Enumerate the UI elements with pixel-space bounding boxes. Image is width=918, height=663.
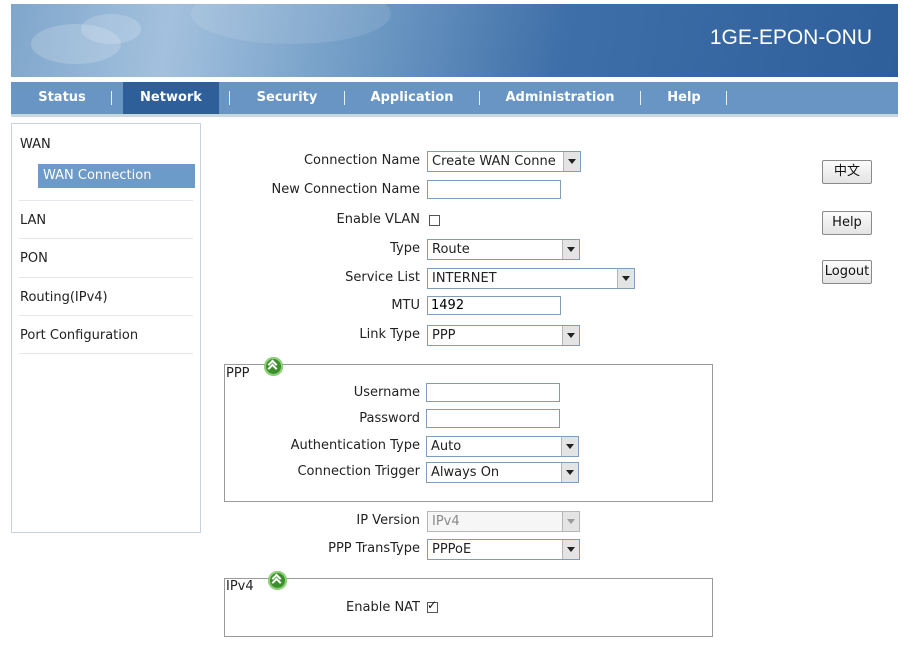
ip-version-select[interactable]: IPv4: [427, 511, 580, 532]
sidebar: WAN WAN Connection LAN PON Routing(IPv4)…: [11, 123, 201, 533]
auth-type-label: Authentication Type: [290, 438, 420, 453]
username-label: Username: [353, 385, 420, 400]
type-select[interactable]: Route: [427, 239, 580, 260]
sidebar-item-lan[interactable]: LAN: [20, 213, 46, 228]
help-button[interactable]: Help: [822, 211, 872, 235]
banner-decoration: [81, 14, 141, 44]
chevron-down-icon: [617, 269, 634, 288]
nav-separator: [111, 91, 112, 105]
sidebar-divider: [19, 353, 193, 354]
header-banner: 1GE-EPON-ONU: [11, 4, 898, 77]
service-list-select[interactable]: INTERNET: [427, 268, 635, 289]
tab-network[interactable]: Network: [123, 82, 219, 114]
sidebar-item-port-configuration[interactable]: Port Configuration: [20, 328, 138, 343]
ip-version-label: IP Version: [356, 513, 420, 528]
checkmark-icon: ✓: [427, 598, 438, 612]
chevron-down-icon: [563, 152, 580, 171]
password-input[interactable]: [426, 409, 560, 428]
new-connection-name-label: New Connection Name: [271, 182, 420, 197]
sidebar-divider: [19, 200, 193, 201]
link-type-value: PPP: [432, 328, 456, 343]
ppp-transtype-value: PPPoE: [432, 542, 472, 557]
type-label: Type: [390, 241, 420, 256]
sidebar-item-routing[interactable]: Routing(IPv4): [20, 290, 108, 305]
ip-version-value: IPv4: [432, 514, 460, 529]
ppp-transtype-label: PPP TransType: [328, 541, 420, 556]
new-connection-name-input[interactable]: [427, 180, 561, 199]
collapse-up-icon[interactable]: [268, 571, 287, 590]
service-list-value: INTERNET: [432, 271, 497, 286]
tab-security[interactable]: Security: [241, 82, 333, 114]
enable-vlan-label: Enable VLAN: [336, 212, 420, 227]
tab-help[interactable]: Help: [652, 82, 716, 114]
chevron-down-icon: [562, 326, 579, 345]
ppp-transtype-select[interactable]: PPPoE: [427, 539, 580, 560]
sidebar-item-wan[interactable]: WAN: [20, 137, 51, 152]
sidebar-divider: [19, 238, 193, 239]
chevron-down-icon: [562, 240, 579, 259]
enable-nat-checkbox[interactable]: ✓: [427, 598, 438, 613]
nav-separator: [726, 91, 727, 105]
service-list-label: Service List: [345, 270, 420, 285]
mtu-input[interactable]: [427, 296, 561, 315]
connection-name-label: Connection Name: [303, 153, 420, 168]
banner-decoration: [191, 4, 391, 44]
chevron-down-icon: [561, 463, 578, 482]
sidebar-item-pon[interactable]: PON: [20, 251, 48, 266]
username-input[interactable]: [426, 383, 560, 402]
sidebar-divider: [19, 277, 193, 278]
tab-administration[interactable]: Administration: [491, 82, 629, 114]
connection-name-value: Create WAN Conne: [432, 154, 556, 169]
chevron-down-icon: [562, 540, 579, 559]
connection-trigger-select[interactable]: Always On: [426, 462, 579, 483]
nav-separator: [640, 91, 641, 105]
ppp-group-title: PPP: [226, 366, 252, 381]
ipv4-group-title: IPv4: [226, 579, 256, 594]
mtu-label: MTU: [391, 298, 420, 313]
type-value: Route: [432, 242, 470, 257]
chevron-down-icon: [562, 512, 579, 531]
connection-trigger-value: Always On: [431, 465, 500, 480]
enable-vlan-checkbox[interactable]: [429, 215, 440, 226]
logout-button[interactable]: Logout: [822, 260, 872, 284]
nav-separator: [344, 91, 345, 105]
tab-status[interactable]: Status: [21, 82, 103, 114]
link-type-select[interactable]: PPP: [427, 325, 580, 346]
auth-type-select[interactable]: Auto: [426, 436, 579, 457]
device-title: 1GE-EPON-ONU: [709, 26, 872, 49]
link-type-label: Link Type: [359, 327, 420, 342]
collapse-up-icon[interactable]: [264, 357, 283, 376]
enable-nat-label: Enable NAT: [346, 600, 420, 615]
password-label: Password: [359, 411, 420, 426]
tab-application[interactable]: Application: [356, 82, 468, 114]
sidebar-divider: [19, 315, 193, 316]
nav-separator: [229, 91, 230, 105]
language-button[interactable]: 中文: [822, 160, 872, 184]
auth-type-value: Auto: [431, 439, 462, 454]
main-nav: Status Network Security Application Admi…: [11, 82, 898, 117]
connection-name-select[interactable]: Create WAN Conne: [427, 151, 581, 172]
connection-trigger-label: Connection Trigger: [297, 464, 420, 479]
nav-separator: [479, 91, 480, 105]
sidebar-item-wan-connection[interactable]: WAN Connection: [38, 164, 195, 188]
chevron-down-icon: [561, 437, 578, 456]
